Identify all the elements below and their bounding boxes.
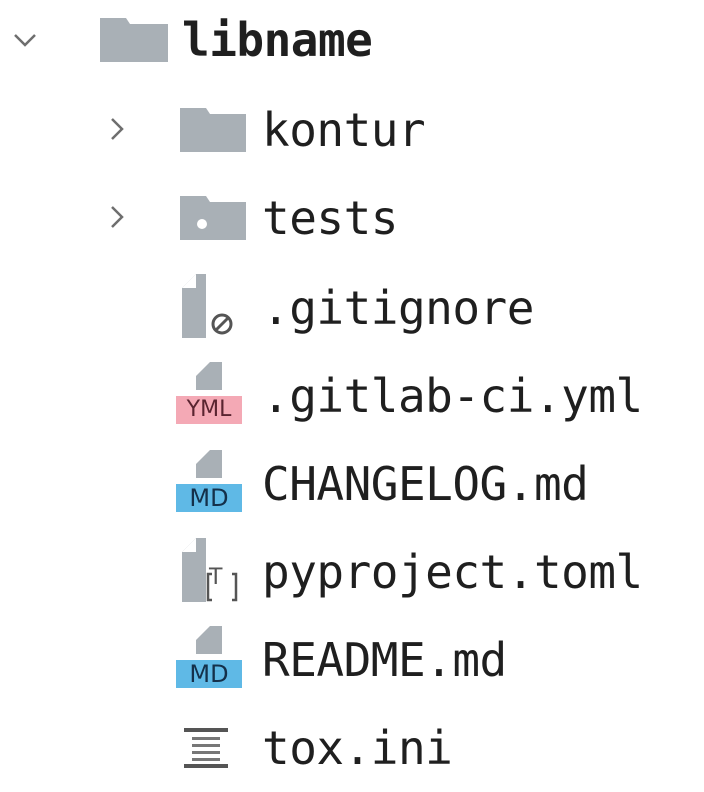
file-badge: MD <box>189 660 229 688</box>
tree-item-label: .gitignore <box>262 281 534 335</box>
tree-item-label: tox.ini <box>262 721 453 775</box>
tree-item-label: tests <box>262 191 398 245</box>
tree-item-label: pyproject.toml <box>262 545 643 599</box>
chevron-down-icon[interactable] <box>10 25 40 55</box>
tree-item-tests[interactable]: tests <box>0 176 704 264</box>
ini-file-icon <box>184 728 228 768</box>
tree-item-label: libname <box>182 13 373 67</box>
tree-item-gitlab-ci-yml[interactable]: YML .gitlab-ci.yml <box>0 352 704 440</box>
tree-item-kontur[interactable]: kontur <box>0 88 704 176</box>
tree-item-tox-ini[interactable]: tox.ini <box>0 704 704 792</box>
file-badge: MD <box>189 484 229 512</box>
tree-item-readme[interactable]: MD README.md <box>0 616 704 704</box>
tree-item-pyproject[interactable]: T pyproject.toml <box>0 528 704 616</box>
file-badge: T <box>209 565 223 590</box>
test-folder-icon <box>180 196 246 240</box>
tree-item-label: kontur <box>262 103 426 157</box>
chevron-right-icon[interactable] <box>102 202 132 232</box>
ignore-file-icon <box>182 274 244 338</box>
file-badge: YML <box>186 397 232 422</box>
project-tree: libname kontur tests .gitignore YML .git… <box>0 0 704 776</box>
tree-item-label: README.md <box>262 633 507 687</box>
tree-item-label: CHANGELOG.md <box>262 457 589 511</box>
chevron-right-icon[interactable] <box>102 114 132 144</box>
tree-item-gitignore[interactable]: .gitignore <box>0 264 704 352</box>
tree-item-libname[interactable]: libname <box>0 0 704 88</box>
folder-icon <box>100 18 168 62</box>
folder-icon <box>180 108 246 152</box>
tree-item-changelog[interactable]: MD CHANGELOG.md <box>0 440 704 528</box>
tree-item-label: .gitlab-ci.yml <box>262 369 643 423</box>
